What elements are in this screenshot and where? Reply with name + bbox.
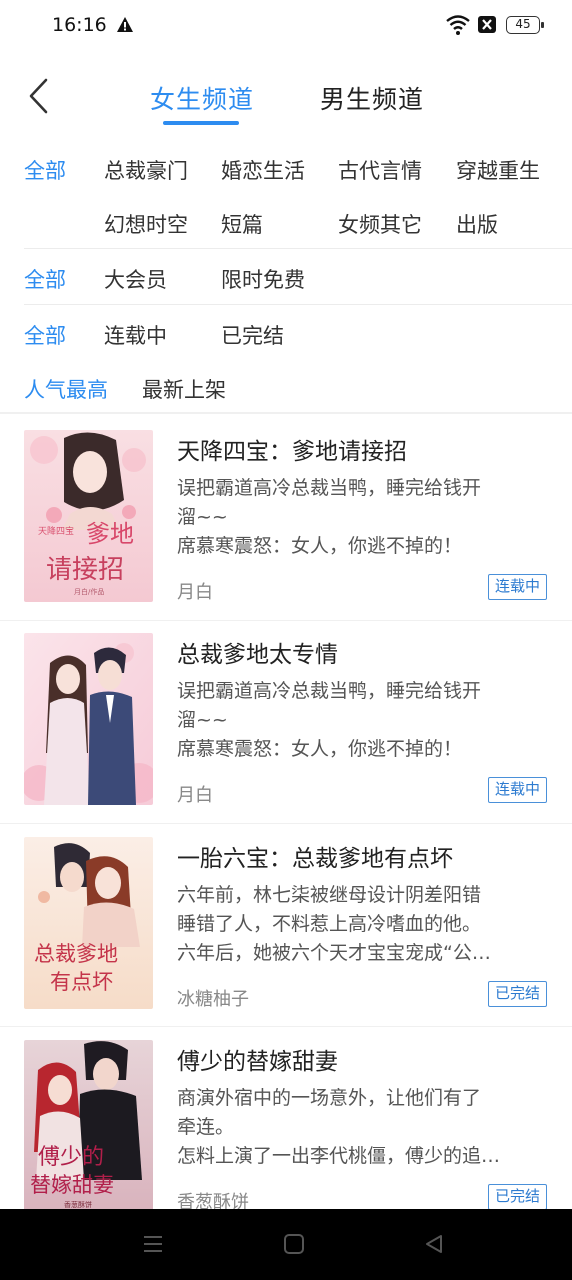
book-author: 月白 [177, 785, 213, 806]
book-cover[interactable] [24, 633, 153, 805]
filter-genre-all[interactable]: 全部 [24, 155, 66, 185]
divider [24, 248, 572, 249]
status-badge: 已完结 [488, 981, 547, 1007]
desc-line: 商演外宿中的一场意外，让他们有了 [177, 1087, 482, 1109]
divider [0, 620, 572, 621]
svg-text:傅少的: 傅少的 [38, 1145, 104, 1170]
book-description: 误把霸道高冷总裁当鸭，睡完给钱开 溜~~ 席慕寒震怒：女人，你逃不掉的！ [177, 677, 549, 764]
back-nav-icon[interactable] [423, 1233, 445, 1255]
book-item[interactable]: 总裁爹地 有点坏 一胎六宝：总裁爹地有点坏 六年前，林七柒被继母设计阴差阳错 睡… [0, 837, 572, 1023]
sort-popular[interactable]: 人气最高 [24, 374, 108, 404]
desc-line: 六年前，林七柒被继母设计阴差阳错 [177, 884, 482, 906]
status-bar: 16:16 45 [0, 0, 572, 52]
filter-option[interactable]: 已完结 [221, 320, 284, 350]
battery-indicator: 45 [506, 16, 544, 34]
active-tab-indicator [163, 121, 239, 125]
filter-option[interactable]: 连载中 [104, 320, 167, 350]
divider [0, 1026, 572, 1027]
divider [0, 823, 572, 824]
header: 女生频道 男生频道 [0, 60, 572, 130]
wifi-icon [446, 15, 470, 35]
desc-line: 误把霸道高冷总裁当鸭，睡完给钱开 [177, 477, 482, 499]
filter-option[interactable]: 大会员 [104, 264, 167, 294]
book-cover[interactable]: 天降四宝 爹地 请接招 月白/作品 [24, 430, 153, 602]
book-item[interactable]: 天降四宝 爹地 请接招 月白/作品 天降四宝：爹地请接招 误把霸道高冷总裁当鸭，… [0, 430, 572, 616]
book-description: 商演外宿中的一场意外，让他们有了 牵连。 怎料上演了一出李代桃僵，傅少的追… [177, 1084, 549, 1171]
desc-line: 睡错了人，不料惹上高冷嗜血的他。 [177, 913, 482, 935]
svg-text:爹地: 爹地 [86, 520, 134, 548]
divider [24, 304, 572, 305]
menu-icon[interactable] [142, 1233, 164, 1255]
filter-option[interactable]: 婚恋生活 [221, 155, 305, 185]
tab-female-channel[interactable]: 女生频道 [150, 80, 254, 116]
book-author: 冰糖柚子 [177, 989, 249, 1010]
system-navigation-bar [0, 1209, 572, 1280]
sort-newest[interactable]: 最新上架 [142, 374, 226, 404]
tab-male-channel[interactable]: 男生频道 [320, 80, 424, 116]
filter-option[interactable]: 限时免费 [221, 264, 305, 294]
filter-option[interactable]: 幻想时空 [104, 209, 188, 239]
book-cover[interactable]: 总裁爹地 有点坏 [24, 837, 153, 1009]
desc-line: 牵连。 [177, 1116, 235, 1138]
filter-option[interactable]: 女频其它 [338, 209, 422, 239]
home-icon[interactable] [283, 1233, 305, 1255]
status-time: 16:16 [52, 14, 107, 36]
desc-line: 六年后，她被六个天才宝宝宠成“公… [177, 942, 491, 964]
filter-progress-all[interactable]: 全部 [24, 320, 66, 350]
filter-option[interactable]: 出版 [456, 209, 498, 239]
filter-option[interactable]: 短篇 [221, 209, 263, 239]
book-item[interactable]: 总裁爹地太专情 误把霸道高冷总裁当鸭，睡完给钱开 溜~~ 席慕寒震怒：女人，你逃… [0, 633, 572, 819]
status-badge: 连载中 [488, 777, 547, 803]
filter-membership-all[interactable]: 全部 [24, 264, 66, 294]
book-description: 六年前，林七柒被继母设计阴差阳错 睡错了人，不料惹上高冷嗜血的他。 六年后，她被… [177, 881, 549, 968]
svg-text:总裁爹地: 总裁爹地 [34, 942, 118, 966]
desc-line: 溜~~ [177, 506, 228, 528]
svg-text:请接招: 请接招 [46, 555, 124, 585]
status-badge: 已完结 [488, 1184, 547, 1210]
desc-line: 误把霸道高冷总裁当鸭，睡完给钱开 [177, 680, 482, 702]
desc-line: 席慕寒震怒：女人，你逃不掉的！ [177, 738, 463, 760]
book-title[interactable]: 傅少的替嫁甜妻 [177, 1042, 338, 1076]
desc-line: 怎料上演了一出李代桃僵，傅少的追… [177, 1145, 501, 1167]
svg-text:月白/作品: 月白/作品 [74, 587, 104, 596]
book-title[interactable]: 天降四宝：爹地请接招 [177, 432, 407, 466]
warning-icon [117, 17, 133, 32]
svg-text:替嫁甜妻: 替嫁甜妻 [30, 1173, 114, 1197]
book-item[interactable]: 傅少的 替嫁甜妻 香葱酥饼 傅少的替嫁甜妻 商演外宿中的一场意外，让他们有了 牵… [0, 1040, 572, 1226]
filter-option[interactable]: 总裁豪门 [104, 155, 188, 185]
section-divider [0, 412, 572, 414]
filter-option[interactable]: 古代言情 [338, 155, 422, 185]
book-description: 误把霸道高冷总裁当鸭，睡完给钱开 溜~~ 席慕寒震怒：女人，你逃不掉的！ [177, 474, 549, 561]
no-sim-icon [478, 16, 496, 33]
status-badge: 连载中 [488, 574, 547, 600]
svg-text:天降四宝: 天降四宝 [38, 525, 74, 537]
desc-line: 席慕寒震怒：女人，你逃不掉的！ [177, 535, 463, 557]
svg-text:有点坏: 有点坏 [50, 970, 113, 994]
back-icon[interactable] [26, 76, 50, 116]
book-cover[interactable]: 傅少的 替嫁甜妻 香葱酥饼 [24, 1040, 153, 1212]
book-author: 月白 [177, 582, 213, 603]
book-title[interactable]: 一胎六宝：总裁爹地有点坏 [177, 839, 453, 873]
svg-text:香葱酥饼: 香葱酥饼 [64, 1200, 92, 1209]
filter-option[interactable]: 穿越重生 [456, 155, 540, 185]
desc-line: 溜~~ [177, 709, 228, 731]
book-title[interactable]: 总裁爹地太专情 [177, 635, 338, 669]
